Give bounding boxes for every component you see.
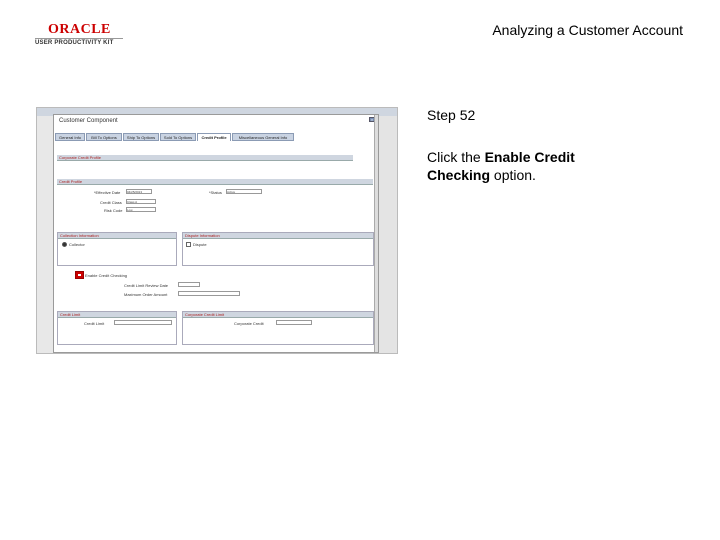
section-collection-information: Collection Information bbox=[58, 233, 176, 239]
tab-bill-to-options[interactable]: Bill To Options bbox=[86, 133, 122, 141]
customer-component-window: Customer Component × General Info Bill T… bbox=[53, 114, 379, 353]
status-label: *Status bbox=[209, 190, 222, 195]
collector-radio[interactable] bbox=[62, 242, 67, 247]
effective-date-input[interactable]: 04/25/2013 bbox=[126, 189, 152, 194]
effective-date-value: 04/25/2013 bbox=[127, 190, 143, 194]
tab-misc-general-info[interactable]: Miscellaneous General Info bbox=[232, 133, 294, 141]
collector-label: Collector bbox=[69, 242, 85, 247]
credit-limit-input[interactable] bbox=[114, 320, 172, 325]
tab-credit-profile[interactable]: Credit Profile bbox=[197, 133, 231, 141]
credit-class-label: Credit Class bbox=[100, 200, 122, 205]
status-select[interactable]: Active bbox=[226, 189, 262, 194]
effective-date-label: *Effective Date bbox=[94, 190, 121, 195]
section-corporate-credit-limit: Corporate Credit Limit bbox=[183, 312, 373, 318]
step-instruction: Click the Enable Credit Checking option. bbox=[427, 148, 627, 184]
risk-code-value: Low bbox=[127, 208, 133, 212]
window-scrollbar[interactable] bbox=[374, 115, 378, 352]
risk-code-label: Risk Code bbox=[104, 208, 123, 213]
tab-general-info[interactable]: General Info bbox=[55, 133, 85, 141]
section-dispute-information: Dispute Information bbox=[183, 233, 373, 239]
status-value: Active bbox=[227, 190, 236, 194]
risk-code-select[interactable]: Low bbox=[126, 207, 156, 212]
credit-class-select[interactable]: Class A bbox=[126, 199, 156, 204]
credit-class-value: Class A bbox=[127, 200, 138, 204]
max-order-amount-input[interactable] bbox=[178, 291, 240, 296]
corporate-credit-input[interactable] bbox=[276, 320, 312, 325]
application-screenshot: Customer Component × General Info Bill T… bbox=[36, 107, 398, 354]
credit-limit-review-input[interactable] bbox=[178, 282, 200, 287]
credit-limit-row-label: Credit Limit bbox=[84, 321, 105, 326]
window-title: Customer Component bbox=[59, 118, 118, 124]
dispute-label: Dispute bbox=[193, 242, 207, 247]
instruction-suffix: option. bbox=[490, 167, 536, 183]
logo-wordmark: ORACLE bbox=[48, 22, 111, 37]
oracle-upk-logo: ORACLE USER PRODUCTIVITY KIT bbox=[35, 22, 125, 48]
max-order-amount-label: Maximum Order Amount bbox=[124, 292, 168, 297]
step-title: Step 52 bbox=[427, 107, 476, 123]
section-corporate-credit-profile: Corporate Credit Profile bbox=[57, 155, 353, 161]
tab-ship-to-options[interactable]: Ship To Options bbox=[123, 133, 159, 141]
enable-credit-checking-label: Enable Credit Checking bbox=[85, 273, 128, 278]
instruction-prefix: Click the bbox=[427, 149, 485, 165]
section-credit-limit: Credit Limit bbox=[58, 312, 176, 318]
corporate-credit-row-label: Corporate Credit bbox=[234, 321, 264, 326]
enable-credit-checking-checkbox[interactable] bbox=[75, 271, 84, 279]
section-credit-profile: Credit Profile bbox=[57, 179, 373, 185]
dispute-checkbox[interactable] bbox=[186, 242, 191, 247]
logo-rule bbox=[35, 38, 123, 39]
document-title: Analyzing a Customer Account bbox=[492, 22, 683, 38]
credit-limit-review-label: Credit Limit Review Date bbox=[124, 283, 169, 288]
tab-sold-to-options[interactable]: Sold To Options bbox=[160, 133, 196, 141]
logo-subtitle: USER PRODUCTIVITY KIT bbox=[35, 40, 114, 46]
tab-bar: General Info Bill To Options Ship To Opt… bbox=[55, 133, 377, 141]
